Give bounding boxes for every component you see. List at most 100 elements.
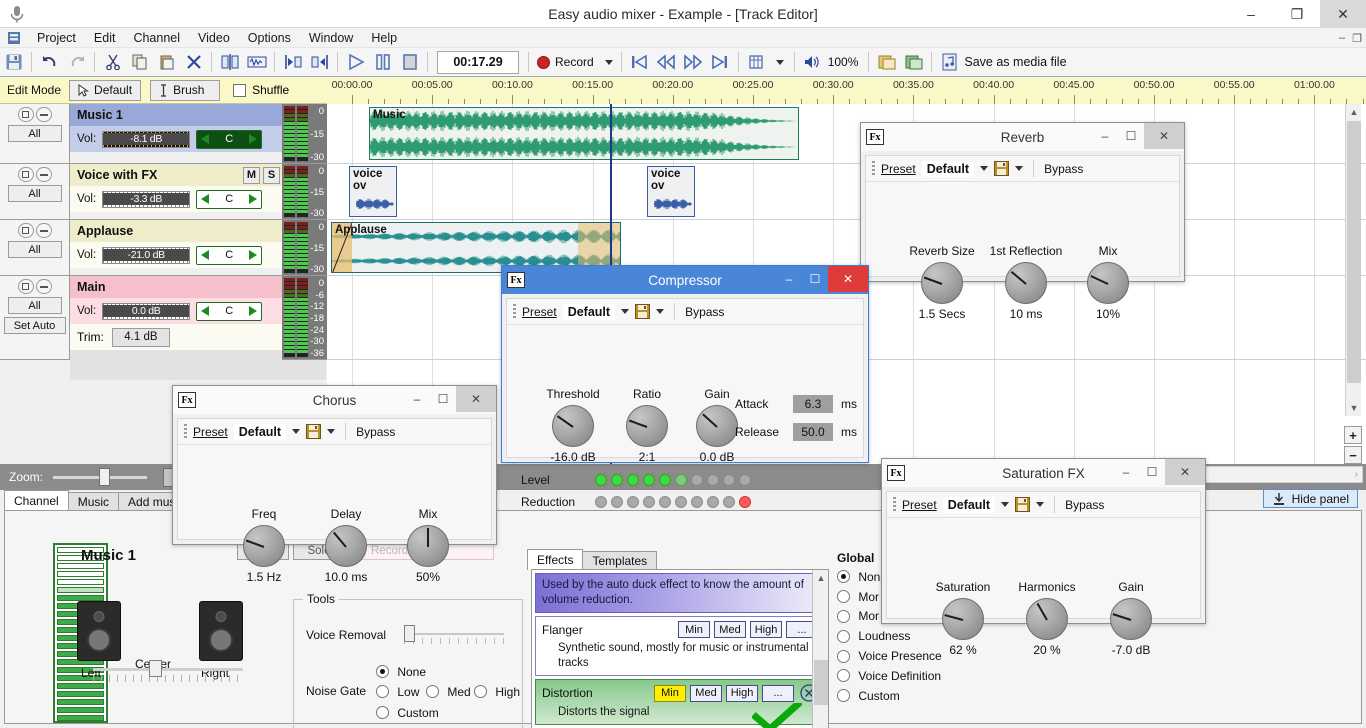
effects-scrollbar-thumb[interactable] — [814, 660, 828, 705]
fx-window-reverb[interactable]: Fx Reverb – ☐ ✕ Preset Default Bypass Reverb Siz… — [860, 122, 1185, 321]
effects-scroll-down-icon[interactable]: ▼ — [813, 724, 828, 728]
track-collapse-button[interactable] — [35, 107, 52, 122]
fx-preset-chevron-down-icon[interactable] — [621, 309, 630, 314]
track-volume-slider[interactable]: -21.0 dB — [102, 246, 191, 264]
paste-icon[interactable] — [154, 50, 179, 75]
fx-save-preset-icon[interactable] — [306, 424, 322, 439]
fx-preset-value[interactable]: Default — [233, 423, 287, 440]
fx-bypass-button[interactable]: Bypass — [685, 305, 724, 319]
fx-save-preset-icon[interactable] — [1015, 497, 1031, 512]
mdi-minimize-button[interactable]: – — [1339, 32, 1345, 44]
timeline-vertical-scrollbar[interactable]: ▲ ▼ — [1345, 104, 1361, 416]
effect-item-flanger[interactable]: Flanger Min Med High ... Synthetic sound… — [535, 616, 825, 676]
field-value[interactable]: 6.3 — [793, 395, 833, 413]
drag-grip-icon[interactable] — [184, 423, 187, 440]
track-volume-slider[interactable]: 0.0 dB — [102, 302, 191, 320]
effect-more-button[interactable]: ... — [762, 684, 794, 702]
knob-freq[interactable] — [243, 525, 285, 567]
effect-med-button[interactable]: Med — [714, 621, 746, 638]
grid-chevron-down-icon[interactable] — [775, 59, 784, 65]
chevron-down-icon[interactable] — [604, 59, 613, 65]
knob-1st-reflection[interactable] — [1005, 262, 1047, 304]
noise-gate-option-high[interactable]: High — [474, 684, 520, 699]
global-radio-more-2[interactable] — [837, 609, 850, 623]
effect-min-button[interactable]: Min — [678, 621, 710, 638]
pan-slider[interactable] — [93, 660, 243, 682]
menu-video[interactable]: Video — [189, 28, 239, 48]
menu-project[interactable]: Project — [28, 28, 85, 48]
fx-window-chorus[interactable]: Fx Chorus – ☐ ✕ Preset Default Bypass Freq 1.5 Hz… — [172, 385, 497, 584]
noise-gate-option-med[interactable]: Med — [426, 684, 471, 699]
tab-effects[interactable]: Effects — [527, 549, 584, 570]
knob-delay[interactable] — [325, 525, 367, 567]
copy-icon[interactable] — [127, 50, 152, 75]
effects-list-scrollbar[interactable]: ▲ ▼ — [812, 570, 828, 728]
clip-voice-over-2[interactable]: voice ov — [647, 166, 695, 217]
clip-music[interactable]: Music — [369, 107, 799, 160]
track-all-button[interactable]: All — [7, 241, 62, 258]
track-expand-button[interactable] — [17, 107, 34, 122]
pan-right-arrow-icon[interactable] — [249, 306, 258, 316]
knob-mix[interactable] — [407, 525, 449, 567]
grid-icon[interactable] — [744, 50, 769, 75]
fx-save-chevron-down-icon[interactable] — [327, 429, 336, 434]
fx-window-titlebar[interactable]: Fx Chorus – ☐ ✕ — [173, 386, 496, 414]
fx-bypass-button[interactable]: Bypass — [356, 425, 395, 439]
fx-window-titlebar[interactable]: Fx Compressor – ☐ ✕ — [502, 266, 868, 294]
save-as-media-file-button[interactable]: Save as media file — [936, 53, 1072, 71]
fx-save-preset-icon[interactable] — [994, 161, 1010, 176]
track-set-auto-button[interactable]: Set Auto — [3, 317, 66, 334]
drag-grip-icon[interactable] — [513, 303, 516, 320]
noise-gate-radio-custom[interactable] — [376, 706, 389, 720]
fx-bypass-button[interactable]: Bypass — [1065, 498, 1104, 512]
tab-templates[interactable]: Templates — [582, 551, 658, 570]
global-radio-more-1[interactable] — [837, 590, 850, 604]
pan-right-arrow-icon[interactable] — [249, 250, 258, 260]
noise-gate-radio-med[interactable] — [426, 685, 439, 699]
tab-music[interactable]: Music — [67, 492, 120, 511]
zoom-slider-thumb[interactable] — [99, 467, 111, 486]
track-mute-button[interactable]: M — [243, 166, 260, 184]
split-clip-icon[interactable] — [217, 50, 242, 75]
pan-left-arrow-icon[interactable] — [201, 306, 210, 316]
track-expand-button[interactable] — [17, 279, 34, 294]
track-all-button[interactable]: All — [7, 185, 62, 202]
track-all-button[interactable]: All — [7, 125, 62, 142]
fx-bypass-button[interactable]: Bypass — [1044, 162, 1083, 176]
fx-preset-value[interactable]: Default — [942, 496, 996, 513]
fx-window-titlebar[interactable]: Fx Reverb – ☐ ✕ — [861, 123, 1184, 151]
fx-preset-link[interactable]: Preset — [522, 305, 557, 319]
effect-med-button[interactable]: Med — [690, 684, 722, 702]
undo-icon[interactable] — [37, 50, 62, 75]
noise-gate-radio-none[interactable] — [376, 665, 389, 679]
track-trim-button[interactable]: 4.1 dB — [111, 327, 170, 347]
drag-grip-icon[interactable] — [893, 496, 896, 513]
track-pan-control[interactable]: C — [196, 189, 263, 209]
track-header[interactable]: AllApplauseMSVol:-21.0 dBC — [0, 220, 326, 276]
trim-left-icon[interactable] — [280, 50, 305, 75]
global-option-custom[interactable]: Custom — [837, 688, 942, 703]
noise-gate-radio-low[interactable] — [376, 685, 389, 699]
menu-edit[interactable]: Edit — [85, 28, 125, 48]
zoom-slider[interactable] — [53, 467, 148, 486]
noise-gate-option-low[interactable]: Low — [376, 684, 419, 699]
fx-preset-chevron-down-icon[interactable] — [980, 166, 989, 171]
knob-gain[interactable] — [696, 405, 738, 447]
fx-preset-link[interactable]: Preset — [902, 498, 937, 512]
track-header[interactable]: AllMusic 1MSVol:-8.1 dBC — [0, 104, 326, 164]
pause-icon[interactable] — [370, 50, 395, 75]
fx-preset-value[interactable]: Default — [562, 303, 616, 320]
effect-min-button[interactable]: Min — [654, 684, 686, 702]
knob-saturation[interactable] — [942, 598, 984, 640]
show-yellow-panel-icon[interactable] — [874, 50, 899, 75]
rewind-icon[interactable] — [654, 50, 679, 75]
record-button[interactable]: Record — [533, 51, 617, 74]
fx-save-preset-icon[interactable] — [635, 304, 651, 319]
fx-window-titlebar[interactable]: Fx Saturation FX – ☐ ✕ — [882, 459, 1205, 487]
fx-save-chevron-down-icon[interactable] — [1036, 502, 1045, 507]
global-radio-voice-presence[interactable] — [837, 649, 850, 663]
menu-channel[interactable]: Channel — [124, 28, 189, 48]
save-icon[interactable] — [1, 50, 26, 75]
global-radio-voice-definition[interactable] — [837, 669, 850, 683]
go-to-start-icon[interactable] — [627, 50, 652, 75]
